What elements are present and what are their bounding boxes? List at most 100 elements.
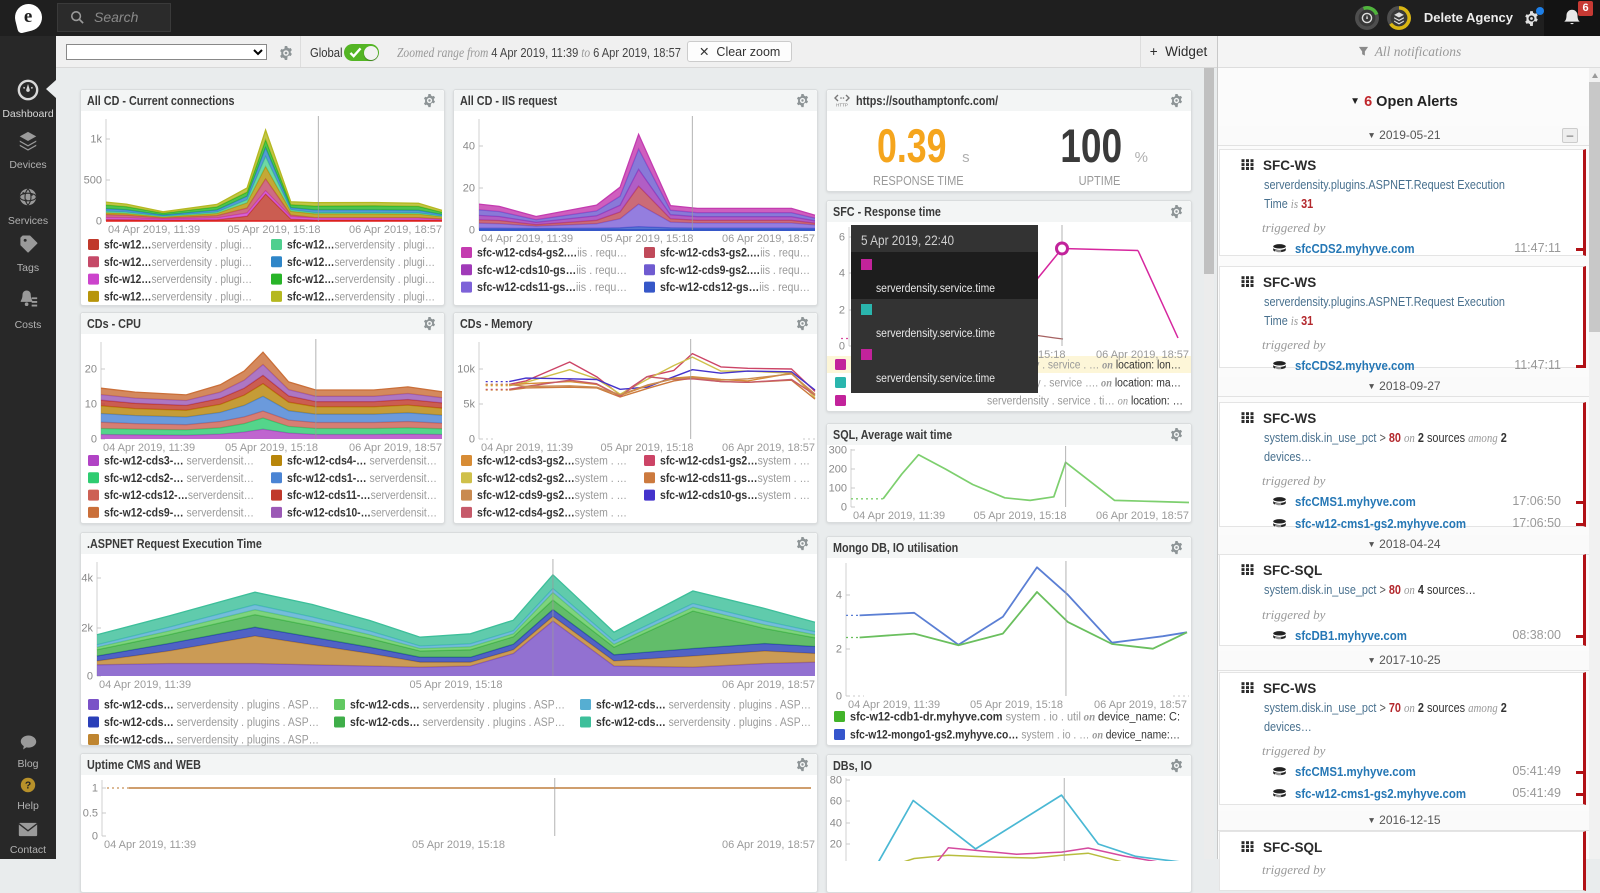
svg-text:100: 100 [829, 483, 847, 495]
svg-text:06 Apr 2019, 18:57: 06 Apr 2019, 18:57 [349, 224, 442, 236]
svg-text:05 Apr 2019, 15:18: 05 Apr 2019, 15:18 [974, 510, 1067, 522]
svg-text:sfc-w12-cds… serverdensity . p: sfc-w12-cds… serverdensity . plugins . A… [104, 717, 319, 729]
svg-text:serverdensity . service . ti…: serverdensity . service . ti… on locatio… [987, 396, 1183, 408]
svg-text:6: 6 [839, 232, 845, 244]
svg-text:sfc-w12-cds11-gs…iis . requ…: sfc-w12-cds11-gs…iis . requ… [477, 282, 627, 294]
svg-text:sfc-w12…serverdensity . plugi…: sfc-w12…serverdensity . plugi… [287, 291, 435, 303]
svg-text:04 Apr 2019, 11:39: 04 Apr 2019, 11:39 [481, 442, 573, 454]
svg-text:sfc-w12-cds2-gs2…system . …: sfc-w12-cds2-gs2…system . … [477, 473, 627, 485]
svg-text:06 Apr 2019, 18:57: 06 Apr 2019, 18:57 [349, 442, 442, 454]
svg-text:05 Apr 2019, 15:18: 05 Apr 2019, 15:18 [410, 679, 503, 691]
svg-text:sfc-w12-cds12-…serverdensit…: sfc-w12-cds12-…serverdensit… [104, 490, 254, 502]
svg-text:sfc-w12-cds1-gs2…system . …: sfc-w12-cds1-gs2…system . … [660, 456, 810, 468]
svg-text:2k: 2k [81, 623, 93, 635]
svg-text:sfc-w12…serverdensity . plugi…: sfc-w12…serverdensity . plugi… [104, 257, 252, 269]
svg-text:0: 0 [91, 434, 97, 446]
svg-text:serverdensity.service.time: serverdensity.service.time [876, 373, 995, 385]
svg-text:04 Apr 2019, 11:39: 04 Apr 2019, 11:39 [853, 510, 945, 522]
svg-text:06 Apr 2019, 18:57: 06 Apr 2019, 18:57 [722, 839, 815, 851]
svg-text:HTTP: HTTP [836, 103, 848, 108]
svg-text:05 Apr 2019, 15:18: 05 Apr 2019, 15:18 [225, 442, 318, 454]
svg-text:sfc-w12-cds… serverdensity . p: sfc-w12-cds… serverdensity . plugins . A… [350, 700, 565, 712]
svg-text:0.5: 0.5 [83, 808, 98, 820]
svg-text:sfc-w12-cds4-gs2…system . …: sfc-w12-cds4-gs2…system . … [477, 507, 627, 519]
svg-text:05 Apr 2019, 15:18: 05 Apr 2019, 15:18 [601, 442, 694, 454]
svg-text:0: 0 [839, 341, 845, 353]
svg-text:06 Apr 2019, 18:57: 06 Apr 2019, 18:57 [722, 233, 815, 245]
svg-text:serverdensity.service.time: serverdensity.service.time [876, 283, 995, 295]
svg-text:5k: 5k [463, 399, 475, 411]
svg-text:1: 1 [92, 783, 98, 795]
svg-text:40: 40 [463, 141, 475, 153]
svg-text:sfc-w12-cds… serverdensity . p: sfc-w12-cds… serverdensity . plugins . A… [104, 735, 319, 747]
svg-text:sfc-w12-cds… serverdensity . p: sfc-w12-cds… serverdensity . plugins . A… [350, 717, 565, 729]
svg-text:sfc-w12-cds10-gs…iis . requ…: sfc-w12-cds10-gs…iis . requ… [477, 265, 627, 277]
svg-text:sfc-w12-cds… serverdensity . p: sfc-w12-cds… serverdensity . plugins . A… [104, 700, 319, 712]
svg-text:04 Apr 2019, 11:39: 04 Apr 2019, 11:39 [99, 679, 191, 691]
svg-text:sfc-w12-cds11-gs…system . …: sfc-w12-cds11-gs…system . … [660, 473, 810, 485]
svg-text:sfc-w12-cds12-gs…iis . requ…: sfc-w12-cds12-gs…iis . requ… [660, 282, 810, 294]
svg-text:0: 0 [92, 831, 98, 843]
svg-text:sfc-w12…serverdensity . plugi…: sfc-w12…serverdensity . plugi… [104, 291, 252, 303]
svg-text:05 Apr 2019, 15:18: 05 Apr 2019, 15:18 [412, 839, 505, 851]
svg-text:06 Apr 2019, 18:57: 06 Apr 2019, 18:57 [1096, 510, 1189, 522]
svg-text:0: 0 [469, 225, 475, 237]
svg-text:sfc-w12-cds9-gs2…system . …: sfc-w12-cds9-gs2…system . … [477, 490, 627, 502]
svg-text:0: 0 [469, 434, 475, 446]
svg-text:4k: 4k [81, 573, 93, 585]
svg-text:20: 20 [85, 364, 97, 376]
svg-text:06 Apr 2019, 18:57: 06 Apr 2019, 18:57 [722, 679, 815, 691]
svg-text:06 Apr 2019, 18:57: 06 Apr 2019, 18:57 [722, 442, 815, 454]
svg-text:500: 500 [84, 175, 102, 187]
svg-text:sfc-w12-cds3-… serverdensit…: sfc-w12-cds3-… serverdensit… [104, 456, 254, 468]
svg-text:sfc-w12-cds… serverdensity . p: sfc-w12-cds… serverdensity . plugins . A… [596, 700, 811, 712]
svg-text:sfc-w12…serverdensity . plugi…: sfc-w12…serverdensity . plugi… [104, 240, 252, 252]
svg-text:60: 60 [830, 796, 842, 808]
svg-text:sfc-w12-cds1-… serverdensit…: sfc-w12-cds1-… serverdensit… [287, 473, 437, 485]
svg-text:80: 80 [830, 776, 842, 787]
svg-text:sfc-w12-cds9-… serverdensit…: sfc-w12-cds9-… serverdensit… [104, 507, 254, 519]
svg-text:sfc-w12-mongo1-gs2.myhyve.co…: sfc-w12-mongo1-gs2.myhyve.co… system . i… [850, 730, 1180, 742]
svg-text:0: 0 [836, 691, 842, 703]
svg-text:sfc-w12-cds2-… serverdensit…: sfc-w12-cds2-… serverdensit… [104, 473, 254, 485]
svg-text:2: 2 [836, 644, 842, 656]
svg-text:04 Apr 2019, 11:39: 04 Apr 2019, 11:39 [108, 224, 200, 236]
svg-text:10: 10 [85, 399, 97, 411]
svg-text:sfc-w12…serverdensity . plugi…: sfc-w12…serverdensity . plugi… [287, 240, 435, 252]
svg-text:2: 2 [839, 305, 845, 317]
svg-text:sfc-w12-cds3-gs2…system . …: sfc-w12-cds3-gs2…system . … [477, 456, 627, 468]
svg-text:sfc-w12…serverdensity . plugi…: sfc-w12…serverdensity . plugi… [287, 257, 435, 269]
svg-text:sfc-w12-cds3-gs2.…iis . requ…: sfc-w12-cds3-gs2.…iis . requ… [660, 248, 810, 260]
svg-text:05 Apr 2019, 15:18: 05 Apr 2019, 15:18 [970, 699, 1063, 711]
svg-text:4: 4 [836, 590, 842, 602]
svg-text:sfc-w12-cds4-gs2.…iis . requ…: sfc-w12-cds4-gs2.…iis . requ… [477, 248, 627, 260]
svg-text:sfc-w12…serverdensity . plugi…: sfc-w12…serverdensity . plugi… [287, 274, 435, 286]
svg-text:06 Apr 2019, 18:57: 06 Apr 2019, 18:57 [1094, 699, 1187, 711]
svg-text:?: ? [25, 781, 31, 792]
svg-text:05 Apr 2019, 15:18: 05 Apr 2019, 15:18 [601, 233, 694, 245]
svg-text:05 Apr 2019, 15:18: 05 Apr 2019, 15:18 [228, 224, 321, 236]
svg-text:1k: 1k [90, 134, 102, 146]
svg-text:serverdensity.service.time: serverdensity.service.time [876, 328, 995, 340]
svg-text:04 Apr 2019, 11:39: 04 Apr 2019, 11:39 [104, 839, 196, 851]
svg-text:200: 200 [829, 464, 847, 476]
svg-text:0: 0 [841, 502, 847, 514]
svg-text:sfc-w12…serverdensity . plugi…: sfc-w12…serverdensity . plugi… [104, 274, 252, 286]
svg-text:sfc-w12-cdb1-dr.myhyve.com sy: sfc-w12-cdb1-dr.myhyve.com system . io .… [850, 712, 1180, 724]
svg-text:sfc-w12-cds4-… serverdensit…: sfc-w12-cds4-… serverdensit… [287, 456, 437, 468]
svg-text:06 Apr 2019, 18:57: 06 Apr 2019, 18:57 [1096, 349, 1189, 361]
svg-text:04 Apr 2019, 11:39: 04 Apr 2019, 11:39 [481, 233, 573, 245]
svg-text:300: 300 [829, 445, 847, 457]
svg-text:5 Apr 2019, 22:40: 5 Apr 2019, 22:40 [861, 233, 954, 248]
svg-text:4: 4 [839, 268, 845, 280]
svg-text:40: 40 [830, 818, 842, 830]
svg-text:04 Apr 2019, 11:39: 04 Apr 2019, 11:39 [103, 442, 195, 454]
svg-text:10k: 10k [457, 364, 475, 376]
svg-text:sfc-w12-cds… serverdensity . p: sfc-w12-cds… serverdensity . plugins . A… [596, 717, 811, 729]
svg-text:20: 20 [463, 183, 475, 195]
svg-text:sfc-w12-cds11-…serverdensit…: sfc-w12-cds11-…serverdensit… [287, 490, 437, 502]
svg-text:0: 0 [87, 671, 93, 683]
svg-text:sfc-w12-cds10-gs…system . …: sfc-w12-cds10-gs…system . … [660, 490, 810, 502]
svg-text:20: 20 [830, 839, 842, 851]
svg-text:sfc-w12-cds10-…serverdensit…: sfc-w12-cds10-…serverdensit… [287, 507, 437, 519]
